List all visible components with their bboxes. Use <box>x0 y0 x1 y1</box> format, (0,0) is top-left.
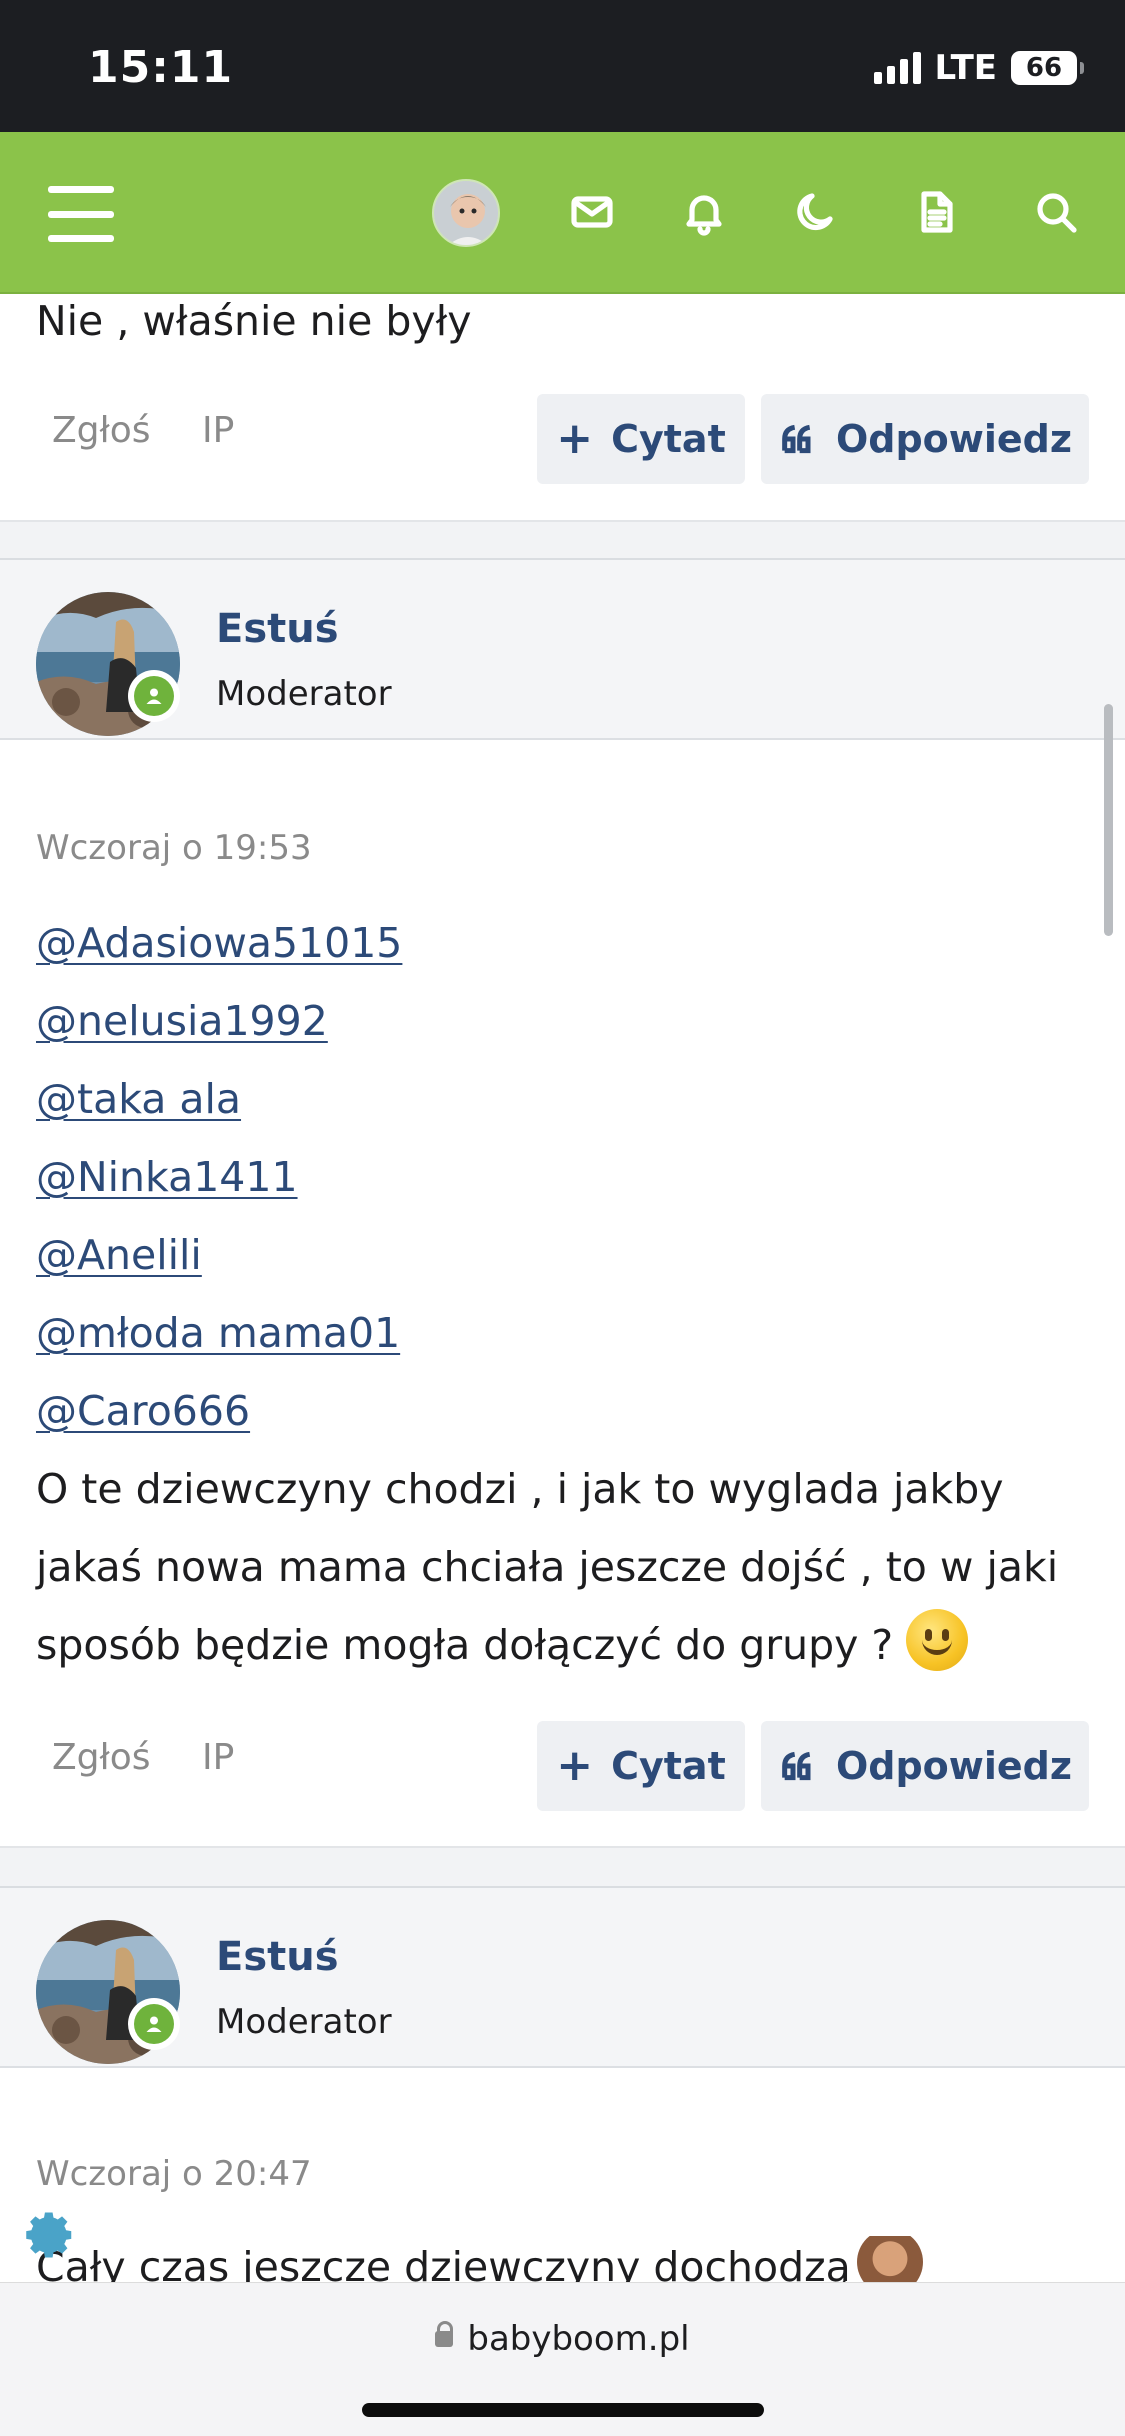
post-actions: Zgłoś IP + Cytat Odpowiedz <box>0 1721 1125 1811</box>
mention-link[interactable]: @nelusia1992 <box>36 982 1058 1060</box>
ip-link[interactable]: IP <box>202 1737 234 1778</box>
author-role: Moderator <box>216 674 392 714</box>
quote-marks-icon <box>782 1751 811 1781</box>
bell-icon[interactable] <box>674 182 734 242</box>
mention-link[interactable]: @Ninka1411 <box>36 1138 1058 1216</box>
status-bar: 15:11 LTE 66 <box>0 0 1125 132</box>
quote-button[interactable]: + Cytat <box>537 1721 745 1811</box>
signal-icon <box>873 52 921 84</box>
report-link[interactable]: Zgłoś <box>52 410 151 451</box>
lock-icon <box>435 2321 454 2353</box>
post-separator <box>0 520 1125 560</box>
reply-button[interactable]: Odpowiedz <box>761 1721 1089 1811</box>
battery-icon: 66 <box>1011 51 1084 85</box>
online-status-icon <box>128 670 180 722</box>
user-avatar[interactable] <box>432 179 500 247</box>
see-no-evil-monkey-emoji-icon <box>856 2236 923 2282</box>
quote-label: Cytat <box>611 1744 726 1788</box>
network-label: LTE <box>934 48 997 88</box>
post-text-line: O te dziewczyny chodzi , i jak to wyglad… <box>36 1465 1004 1513</box>
post-author-header: Estuś Moderator <box>0 1888 1125 2068</box>
plus-icon: + <box>556 1740 594 1791</box>
reply-label: Odpowiedz <box>835 417 1073 461</box>
post-text: Nie , właśnie nie były <box>36 297 472 345</box>
quote-button[interactable]: + Cytat <box>537 394 745 484</box>
plus-icon: + <box>556 413 594 464</box>
clock: 15:11 <box>88 42 234 93</box>
author-name[interactable]: Estuś <box>216 1934 339 1980</box>
author-role: Moderator <box>216 2002 392 2042</box>
browser-bar: babyboom.pl <box>0 2282 1125 2436</box>
ip-link[interactable]: IP <box>202 410 234 451</box>
document-icon[interactable] <box>906 182 966 242</box>
post-text-line: sposób będzie mogła dołączyć do grupy ? <box>36 1621 894 1669</box>
post-timestamp[interactable]: Wczoraj o 20:47 <box>36 2154 312 2194</box>
post-author-header: Estuś Moderator <box>0 560 1125 740</box>
search-icon[interactable] <box>1026 182 1086 242</box>
quote-label: Cytat <box>611 417 726 461</box>
scrollbar[interactable] <box>1104 704 1113 936</box>
post-text-line-last: sposób będzie mogła dołączyć do grupy ? <box>36 1606 1058 1684</box>
mention-link[interactable]: @Caro666 <box>36 1372 1058 1450</box>
post-timestamp[interactable]: Wczoraj o 19:53 <box>36 828 312 868</box>
reply-label: Odpowiedz <box>835 1744 1073 1788</box>
home-indicator[interactable] <box>362 2403 764 2417</box>
address-bar[interactable]: babyboom.pl <box>0 2319 1125 2359</box>
post-text: Cały czas jeszcze dziewczyny dochodzą <box>36 2243 851 2282</box>
reply-button[interactable]: Odpowiedz <box>761 394 1089 484</box>
online-status-icon <box>128 1998 180 2050</box>
url-text: babyboom.pl <box>467 2319 690 2359</box>
report-link[interactable]: Zgłoś <box>52 1737 151 1778</box>
post-text-partial: Cały czas jeszcze dziewczyny dochodzą <box>36 2236 1096 2282</box>
smile-emoji-icon <box>906 1609 969 1671</box>
status-icons: LTE 66 <box>873 48 1084 88</box>
mention-link[interactable]: @młoda mama01 <box>36 1294 1058 1372</box>
mail-icon[interactable] <box>562 182 622 242</box>
top-nav <box>0 132 1125 294</box>
moon-icon[interactable] <box>786 182 846 242</box>
post-text-line: jakaś nowa mama chciała jeszcze dojść , … <box>36 1543 1059 1591</box>
mentions-list: @Adasiowa51015 @nelusia1992 @taka ala @N… <box>36 904 1058 1684</box>
quote-marks-icon <box>782 424 811 454</box>
mention-link[interactable]: @Anelili <box>36 1216 1058 1294</box>
post-actions: Zgłoś IP + Cytat Odpowiedz <box>0 394 1125 484</box>
mention-link[interactable]: @Adasiowa51015 <box>36 904 1058 982</box>
author-name[interactable]: Estuś <box>216 606 339 652</box>
menu-icon[interactable] <box>48 186 114 242</box>
mention-link[interactable]: @taka ala <box>36 1060 1058 1138</box>
gear-icon[interactable] <box>24 2208 78 2262</box>
post-separator <box>0 1846 1125 1888</box>
